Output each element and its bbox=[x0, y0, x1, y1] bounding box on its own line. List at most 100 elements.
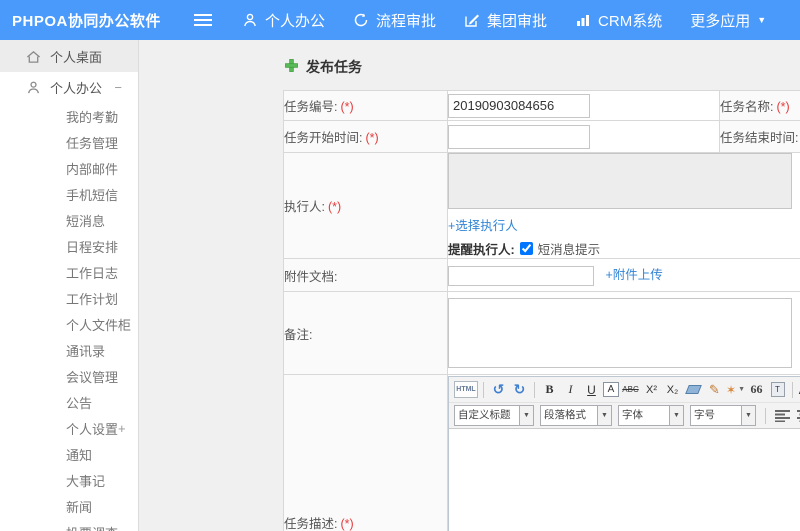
attachment-upload-link[interactable]: +附件上传 bbox=[605, 268, 662, 282]
font-size-select[interactable]: 字号 ▼ bbox=[690, 405, 756, 426]
sidebar-item-personal-office[interactable]: 个人办公 − bbox=[0, 72, 138, 103]
sidebar-item-schedule[interactable]: 日程安排 bbox=[0, 233, 138, 259]
bold-button[interactable]: B bbox=[540, 380, 559, 399]
toolbar-separator bbox=[534, 381, 535, 398]
sidebar-item-major-events[interactable]: 大事记 bbox=[0, 467, 138, 493]
process-icon bbox=[353, 12, 369, 28]
chevron-down-icon: ▼ bbox=[757, 14, 767, 25]
magic-wand-icon[interactable]: ✶ ▼ bbox=[726, 380, 745, 399]
executor-label: 执行人: (*) bbox=[283, 152, 448, 259]
chevron-down-icon[interactable]: ▼ bbox=[741, 406, 755, 425]
superscript-button[interactable]: X² bbox=[642, 380, 661, 399]
choose-executor-link[interactable]: +选择执行人 bbox=[448, 219, 518, 233]
sidebar-item-work-log[interactable]: 工作日志 bbox=[0, 259, 138, 285]
sidebar-item-personal-cabinet[interactable]: 个人文件柜 bbox=[0, 311, 138, 337]
user-icon bbox=[26, 80, 41, 95]
sidebar-item-task-management[interactable]: 任务管理 bbox=[0, 129, 138, 155]
select-value: 自定义标题 bbox=[458, 409, 511, 421]
sidebar-item-label: 个人桌面 bbox=[50, 49, 103, 65]
sidebar-item-label: 通讯录 bbox=[66, 343, 106, 359]
editor-body[interactable] bbox=[449, 428, 800, 531]
nav-more-apps[interactable]: 更多应用 ▼ bbox=[690, 10, 766, 31]
sidebar-item-meeting-management[interactable]: 会议管理 bbox=[0, 363, 138, 389]
nav-label: 更多应用 bbox=[690, 12, 751, 30]
task-form: 任务编号:(*) 任务名称:(*) 任务开始时间:(*) bbox=[283, 90, 800, 531]
attachment-label: 附件文档: bbox=[283, 258, 448, 292]
sidebar-item-internal-mail[interactable]: 内部邮件 bbox=[0, 155, 138, 181]
remark-textarea[interactable] bbox=[448, 298, 792, 368]
custom-title-select[interactable]: 自定义标题 ▼ bbox=[454, 405, 534, 426]
nav-workflow-approval[interactable]: 流程审批 bbox=[353, 10, 436, 31]
select-value: 字体 bbox=[622, 409, 643, 421]
sidebar-item-personal-settings[interactable]: 个人设置 + bbox=[0, 415, 138, 441]
sidebar-item-personal-desktop[interactable]: 个人桌面 bbox=[0, 40, 138, 72]
toolbar-separator bbox=[483, 381, 484, 398]
required-mark: (*) bbox=[340, 100, 354, 114]
italic-button[interactable]: I bbox=[561, 380, 580, 399]
page-title: 发布任务 bbox=[285, 57, 800, 77]
html-source-button[interactable]: HTML bbox=[454, 381, 478, 398]
sidebar-item-news[interactable]: 新闻 bbox=[0, 493, 138, 519]
rich-text-editor: HTML ↺ ↻ B I U A ABC X² X₂ ✎ ✶ ▼ 66 T 自定… bbox=[448, 376, 800, 531]
nav-crm-system[interactable]: CRM系统 bbox=[575, 10, 662, 31]
sidebar-item-notice[interactable]: 通知 bbox=[0, 441, 138, 467]
blockquote-button[interactable]: 66 bbox=[747, 380, 766, 399]
redo-icon[interactable]: ↻ bbox=[510, 380, 529, 399]
required-mark: (*) bbox=[327, 200, 342, 214]
menu-toggle-icon[interactable] bbox=[194, 14, 212, 26]
subscript-button[interactable]: X₂ bbox=[663, 380, 682, 399]
user-icon bbox=[242, 12, 258, 28]
sidebar-item-label: 手机短信 bbox=[66, 187, 119, 203]
collapse-icon[interactable]: − bbox=[114, 80, 122, 95]
sidebar-item-poll[interactable]: 投票调查 bbox=[0, 519, 138, 531]
font-family-select[interactable]: 字体 ▼ bbox=[618, 405, 684, 426]
align-left-icon[interactable] bbox=[775, 409, 790, 422]
sidebar-item-label: 日程安排 bbox=[66, 239, 119, 255]
sidebar-item-label: 投票调查 bbox=[66, 523, 118, 531]
sidebar-item-label: 新闻 bbox=[66, 499, 93, 515]
editor-toolbar-row1: HTML ↺ ↻ B I U A ABC X² X₂ ✎ ✶ ▼ 66 T bbox=[449, 377, 800, 403]
underline-button[interactable]: U bbox=[582, 380, 601, 399]
sidebar-item-announcement[interactable]: 公告 bbox=[0, 389, 138, 415]
sidebar-item-label: 我的考勤 bbox=[66, 109, 119, 125]
start-time-input[interactable] bbox=[448, 124, 590, 149]
font-style-button[interactable]: A bbox=[603, 382, 619, 397]
attachment-input[interactable] bbox=[448, 265, 594, 286]
sms-remind-checkbox[interactable] bbox=[519, 242, 533, 255]
app-logo: PHPOA协同办公软件 bbox=[12, 12, 161, 30]
task-number-label: 任务编号: (*) bbox=[283, 90, 448, 121]
sidebar-item-contacts[interactable]: 通讯录 bbox=[0, 337, 138, 363]
executor-cell: +选择执行人 提醒执行人: 短消息提示 bbox=[447, 152, 800, 259]
sidebar-item-mobile-sms[interactable]: 手机短信 bbox=[0, 181, 138, 207]
expand-icon[interactable]: + bbox=[118, 421, 126, 436]
chevron-down-icon[interactable]: ▼ bbox=[669, 406, 683, 425]
sidebar-item-short-message[interactable]: 短消息 bbox=[0, 207, 138, 233]
chevron-down-icon[interactable]: ▼ bbox=[597, 406, 611, 425]
nav-group-approval[interactable]: 集团审批 bbox=[464, 10, 547, 31]
task-number-input[interactable] bbox=[448, 93, 590, 118]
undo-icon[interactable]: ↺ bbox=[489, 380, 508, 399]
sidebar-item-label: 公告 bbox=[66, 395, 93, 411]
nav-personal-office[interactable]: 个人办公 bbox=[242, 10, 325, 31]
format-brush-icon[interactable]: ✎ bbox=[705, 380, 724, 399]
row-task-time: 任务开始时间:(*) 任务结束时间:(*) bbox=[283, 120, 800, 153]
start-time-cell bbox=[447, 120, 720, 153]
row-attachment: 附件文档: +附件上传 bbox=[283, 258, 800, 292]
bar-chart-icon bbox=[575, 12, 591, 28]
strikethrough-button[interactable]: ABC bbox=[621, 380, 640, 399]
sidebar-item-my-attendance[interactable]: 我的考勤 bbox=[0, 103, 138, 129]
alignment-buttons bbox=[775, 409, 800, 422]
sidebar-item-label: 个人办公 bbox=[50, 81, 103, 96]
sidebar-item-label: 工作日志 bbox=[66, 265, 119, 281]
eraser-icon[interactable] bbox=[684, 380, 703, 399]
executor-textarea[interactable] bbox=[448, 153, 792, 209]
app-window: PHPOA协同办公软件 个人办公 流程审批 集团审批 CRM系统 更多应用 ▼ … bbox=[0, 0, 800, 531]
chevron-down-icon[interactable]: ▼ bbox=[519, 406, 533, 425]
paragraph-format-select[interactable]: 段落格式 ▼ bbox=[540, 405, 612, 426]
sidebar-item-label: 个人文件柜 bbox=[66, 317, 132, 333]
remark-cell bbox=[447, 291, 800, 375]
paste-as-text-icon[interactable]: T bbox=[768, 380, 787, 399]
field-label: 任务编号: bbox=[284, 100, 338, 114]
remind-executor-label: 提醒执行人: bbox=[448, 243, 515, 257]
sidebar-item-work-plan[interactable]: 工作计划 bbox=[0, 285, 138, 311]
